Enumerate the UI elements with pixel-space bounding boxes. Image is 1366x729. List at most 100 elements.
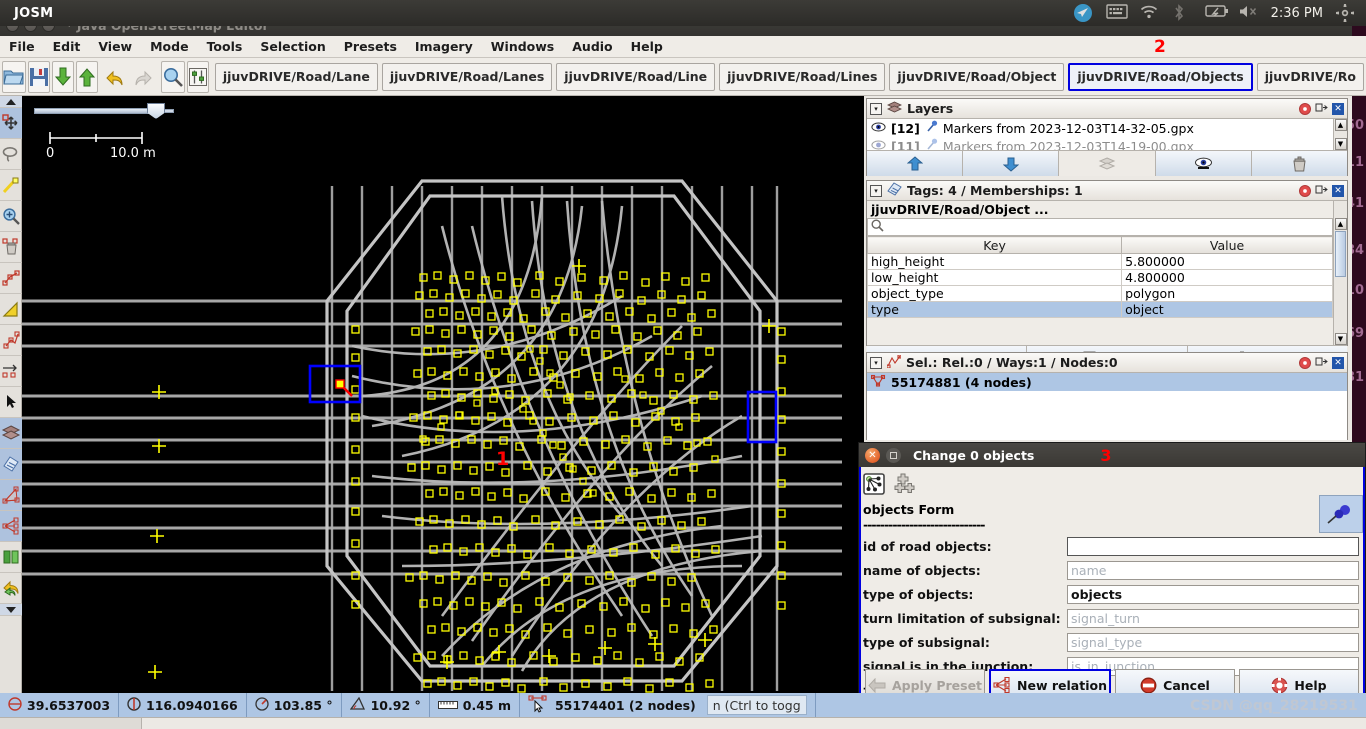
table-row[interactable]: object_type polygon bbox=[867, 285, 1333, 302]
keyboard-layout-icon[interactable] bbox=[1105, 4, 1128, 22]
zoom-slider[interactable] bbox=[34, 103, 174, 119]
pin-icon[interactable] bbox=[1319, 495, 1363, 533]
preset-tab-road-object[interactable]: jjuvDRIVE/Road/Object bbox=[889, 62, 1065, 91]
scroll-down-button[interactable]: ▼ bbox=[1334, 333, 1347, 345]
delete-tool[interactable] bbox=[0, 232, 22, 263]
dock-detach-icon[interactable] bbox=[1315, 183, 1328, 198]
table-row[interactable]: low_height 4.800000 bbox=[867, 269, 1333, 286]
download-icon[interactable] bbox=[52, 60, 74, 93]
delete-layer-button[interactable] bbox=[1251, 151, 1348, 176]
move-layer-up-button[interactable] bbox=[867, 151, 964, 176]
layer-row[interactable]: [12] Markers from 2023-12-03T14-32-05.gp… bbox=[867, 119, 1333, 137]
tags-panel-toggle[interactable] bbox=[0, 449, 22, 480]
name-of-objects-input[interactable]: name bbox=[1067, 560, 1359, 580]
scroll-up-button[interactable]: ▲ bbox=[1334, 218, 1347, 230]
menu-help[interactable]: Help bbox=[622, 38, 672, 55]
scrollbar-thumb[interactable] bbox=[1335, 231, 1346, 277]
preset-tab-road-line[interactable]: jjuvDRIVE/Road/Line bbox=[556, 62, 716, 91]
move-layer-down-button[interactable] bbox=[963, 151, 1060, 176]
layers-panel-toggle[interactable] bbox=[0, 418, 22, 449]
save-icon[interactable] bbox=[28, 60, 50, 93]
extrude-tool[interactable] bbox=[0, 325, 22, 356]
toggle-visibility-button[interactable] bbox=[1155, 151, 1252, 176]
menu-tools[interactable]: Tools bbox=[198, 38, 252, 55]
table-row[interactable]: type object bbox=[867, 301, 1333, 318]
menu-audio[interactable]: Audio bbox=[563, 38, 621, 55]
draw-node-tool[interactable] bbox=[0, 170, 22, 201]
menu-mode[interactable]: Mode bbox=[141, 38, 197, 55]
zoom-slider-track[interactable] bbox=[34, 108, 152, 114]
menu-view[interactable]: View bbox=[89, 38, 141, 55]
messaging-icon[interactable] bbox=[1073, 4, 1093, 22]
selection-panel-toggle[interactable] bbox=[0, 511, 22, 542]
close-icon[interactable]: ✕ bbox=[1332, 102, 1344, 115]
preset-tab-road-lane[interactable]: jjuvDRIVE/Road/Lane bbox=[214, 62, 378, 91]
cursor-tool[interactable] bbox=[0, 387, 22, 418]
preset-tab-road-lines[interactable]: jjuvDRIVE/Road/Lines bbox=[719, 62, 886, 91]
menu-selection[interactable]: Selection bbox=[251, 38, 334, 55]
lasso-select-tool[interactable] bbox=[0, 139, 22, 170]
volume-muted-icon[interactable] bbox=[1238, 4, 1258, 22]
map-canvas[interactable]: 0 10.0 m 1 bbox=[22, 96, 864, 693]
preset-tab-road-objects[interactable]: jjuvDRIVE/Road/Objects bbox=[1068, 62, 1253, 91]
select-move-tool[interactable] bbox=[0, 108, 22, 139]
selection-panel-title-bar[interactable]: ▾ Sel.: Rel.:0 / Ways:1 / Nodes:0 ✕ bbox=[867, 353, 1347, 373]
preset-multi-icon[interactable] bbox=[893, 473, 915, 498]
dock-detach-icon[interactable] bbox=[1315, 101, 1328, 116]
selection-list[interactable]: 55174881 (4 nodes) bbox=[867, 373, 1347, 440]
upload-icon[interactable] bbox=[76, 60, 98, 93]
tags-scrollbar[interactable]: ▲ ▼ bbox=[1333, 201, 1347, 345]
active-app-name[interactable]: JOSM bbox=[0, 6, 53, 21]
dock-detach-icon[interactable] bbox=[1315, 355, 1328, 370]
preset-tab-road-overflow[interactable]: jjuvDRIVE/Ro bbox=[1256, 62, 1364, 91]
layers-list[interactable]: [12] Markers from 2023-12-03T14-32-05.gp… bbox=[867, 119, 1333, 150]
help-icon[interactable] bbox=[1299, 102, 1311, 115]
tags-table[interactable]: Key Value high_height 5.800000 low_heigh… bbox=[867, 236, 1333, 318]
bluetooth-icon[interactable] bbox=[1172, 4, 1192, 22]
redo-icon[interactable] bbox=[130, 61, 156, 93]
turn-limitation-input[interactable]: signal_turn bbox=[1067, 608, 1359, 628]
undo-history-toggle[interactable] bbox=[0, 573, 22, 604]
draw-parallel-tool[interactable] bbox=[0, 263, 22, 294]
split-way-tool[interactable] bbox=[0, 356, 22, 387]
scroll-up-button[interactable]: ▲ bbox=[1334, 119, 1347, 131]
collapse-toggle-icon[interactable]: ▾ bbox=[870, 102, 882, 115]
wifi-icon[interactable] bbox=[1139, 4, 1159, 22]
menu-imagery[interactable]: Imagery bbox=[406, 38, 482, 55]
layers-panel-title-bar[interactable]: ▾ Layers ✕ bbox=[867, 99, 1347, 119]
tags-search-input[interactable] bbox=[888, 219, 1332, 235]
relations-panel-toggle[interactable] bbox=[0, 480, 22, 511]
layer-row[interactable]: [11] Markers from 2023-12-03T14-19-00.gp… bbox=[867, 137, 1333, 150]
scroll-down-arrow[interactable] bbox=[0, 604, 22, 616]
preferences-icon[interactable] bbox=[186, 60, 209, 93]
close-icon[interactable]: ✕ bbox=[1332, 184, 1344, 197]
collapse-toggle-icon[interactable]: ▾ bbox=[870, 356, 882, 369]
collapse-toggle-icon[interactable]: ▾ bbox=[870, 184, 882, 197]
preset-tab-road-lanes[interactable]: jjuvDRIVE/Road/Lanes bbox=[381, 62, 553, 91]
close-icon[interactable]: ✕ bbox=[1332, 356, 1344, 369]
map-paint-styles-toggle[interactable] bbox=[0, 542, 22, 573]
merge-layer-button[interactable] bbox=[1059, 151, 1156, 176]
battery-icon[interactable] bbox=[1204, 4, 1228, 22]
open-icon[interactable] bbox=[2, 60, 26, 93]
table-row[interactable]: high_height 5.800000 bbox=[867, 253, 1333, 270]
help-icon[interactable] bbox=[1299, 184, 1311, 197]
dialog-close-button[interactable]: ✕ bbox=[865, 447, 880, 463]
dialog-titlebar[interactable]: ✕ Change 0 objects 3 bbox=[859, 443, 1365, 467]
improve-way-tool[interactable] bbox=[0, 294, 22, 325]
menu-presets[interactable]: Presets bbox=[335, 38, 406, 55]
power-gear-icon[interactable] bbox=[1336, 4, 1356, 22]
type-of-objects-input[interactable]: objects bbox=[1067, 584, 1359, 604]
layers-scrollbar[interactable]: ▲ ▼ bbox=[1333, 119, 1347, 150]
type-of-subsignal-input[interactable]: signal_type bbox=[1067, 632, 1359, 652]
menu-windows[interactable]: Windows bbox=[482, 38, 564, 55]
clock[interactable]: 2:36 PM bbox=[1271, 6, 1323, 21]
dialog-maximize-button[interactable] bbox=[886, 447, 901, 463]
id-of-road-objects-input[interactable] bbox=[1067, 536, 1359, 556]
eye-icon[interactable] bbox=[871, 121, 886, 136]
scroll-up-arrow[interactable] bbox=[0, 96, 22, 108]
list-item[interactable]: 55174881 (4 nodes) bbox=[867, 373, 1347, 391]
menu-file[interactable]: File bbox=[0, 38, 44, 55]
tags-panel-title-bar[interactable]: ▾ Tags: 4 / Memberships: 1 ✕ bbox=[867, 181, 1347, 201]
menu-edit[interactable]: Edit bbox=[44, 38, 90, 55]
